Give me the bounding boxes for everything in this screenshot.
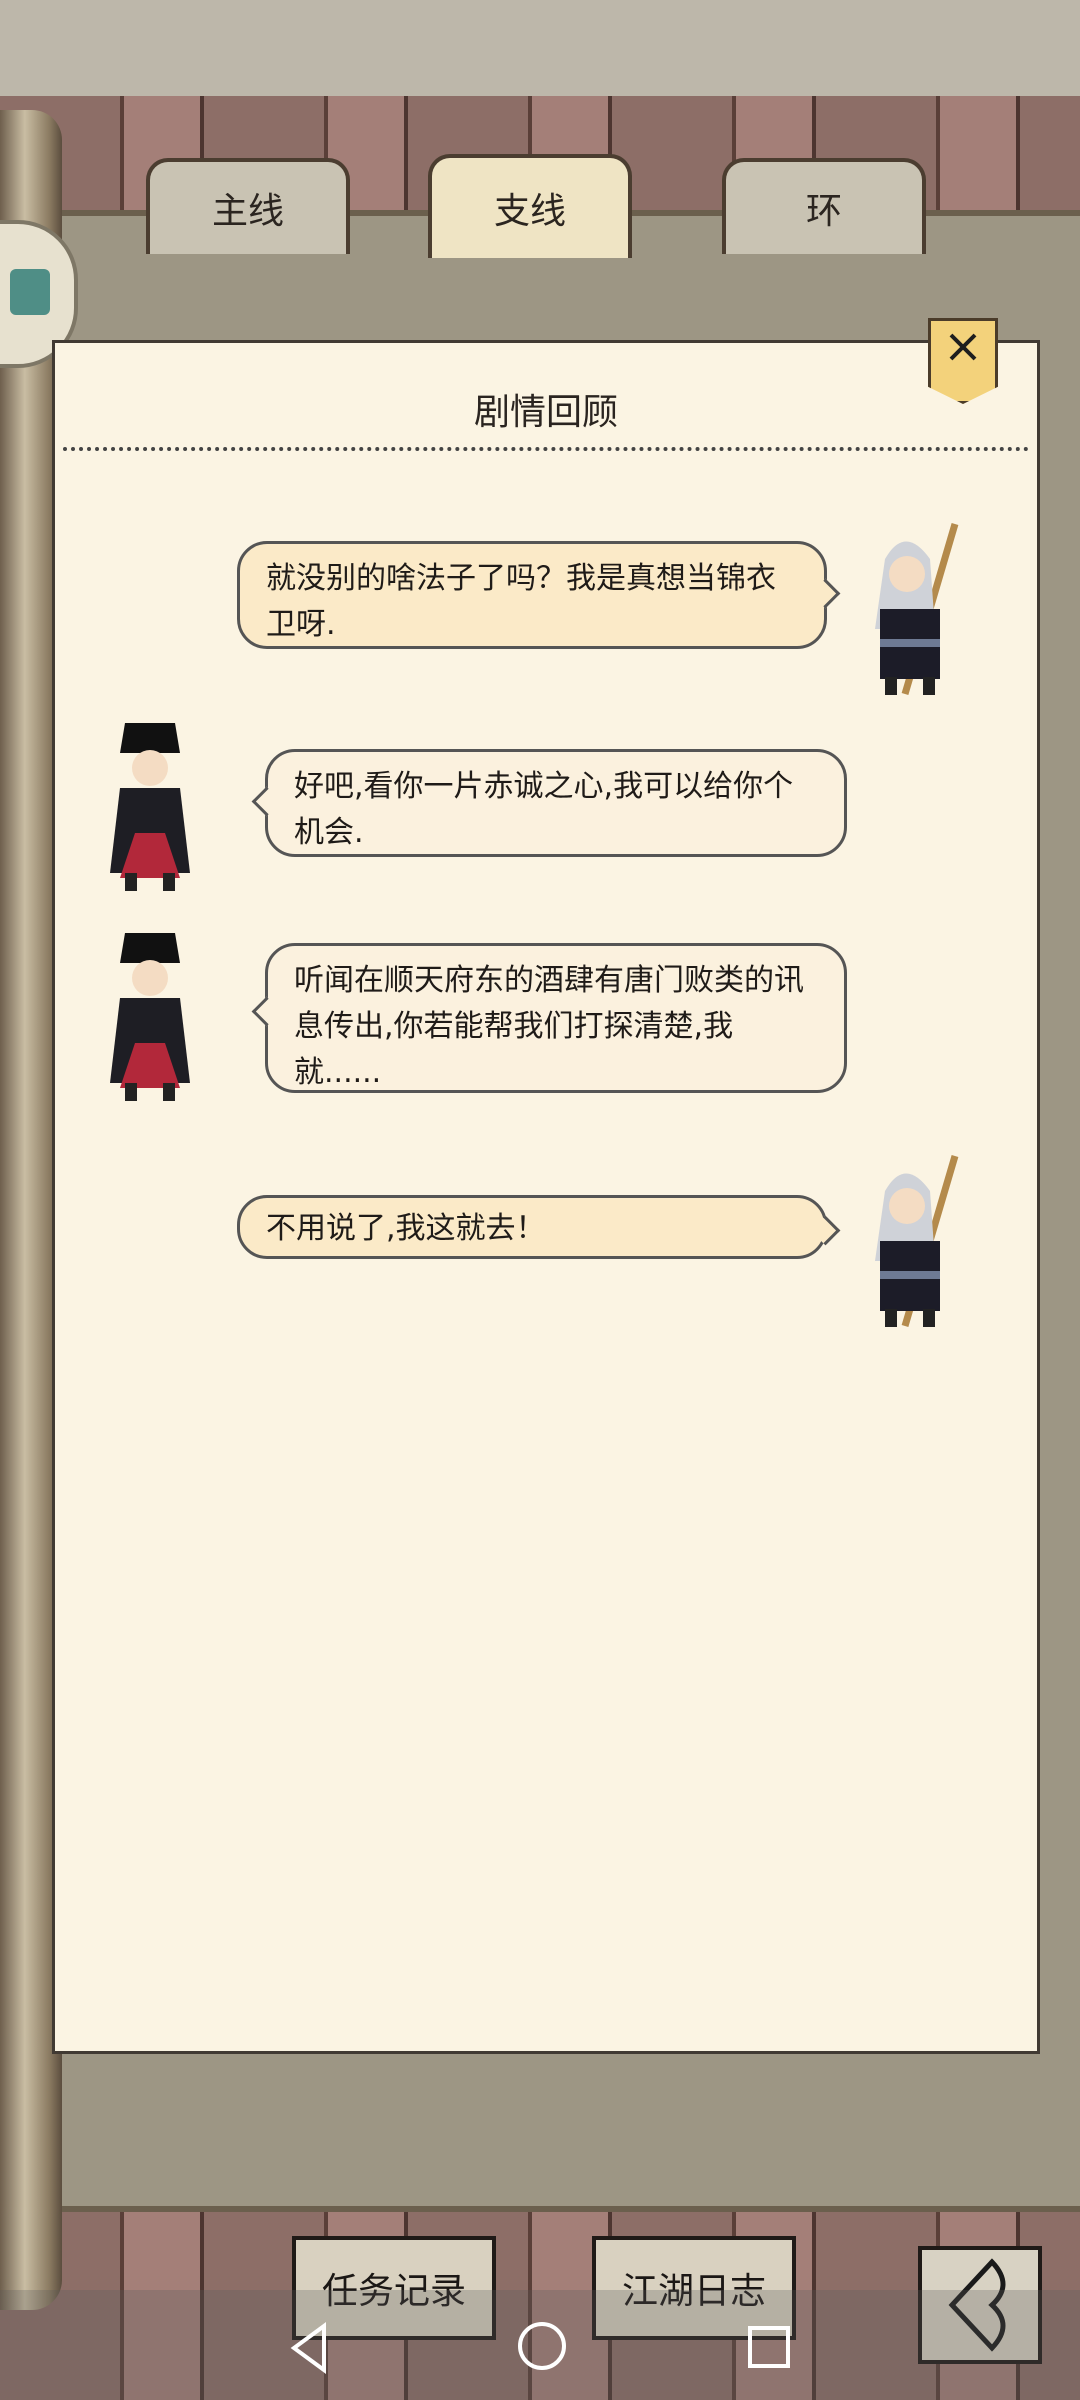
close-button[interactable] — [928, 318, 998, 404]
dialogue-text-4: 不用说了,我这就去！ — [266, 1211, 546, 1246]
tab-side-quest[interactable]: 支线 — [428, 154, 632, 258]
white-hair-avatar — [875, 523, 959, 695]
black-hat-avatar-2 — [110, 933, 190, 1101]
status-bar — [0, 0, 1080, 96]
dialogue-text-3: 听闻在顺天府东的酒肆有唐门败类的讯息传出,你若能帮我们打探清楚,我就...... — [294, 963, 804, 1090]
story-review-panel: 剧情回顾 就没别的啥法子了吗？我是真想当锦衣卫呀. 好吧,看你一片赤诚之心,我可… — [52, 340, 1040, 2054]
title-divider — [63, 447, 1029, 451]
dialogue-bubble-2: 好吧,看你一片赤诚之心,我可以给你个机会. — [265, 749, 847, 857]
black-hat-avatar — [110, 723, 190, 891]
panel-title: 剧情回顾 — [473, 392, 618, 433]
dialogue-text-2: 好吧,看你一片赤诚之心,我可以给你个机会. — [294, 769, 794, 850]
nav-recents-icon[interactable] — [744, 2322, 794, 2372]
dialogue-bubble-3: 听闻在顺天府东的酒肆有唐门败类的讯息传出,你若能帮我们打探清楚,我就...... — [265, 943, 847, 1093]
badge-icon — [10, 269, 50, 315]
tab-loop-quest[interactable]: 环 — [722, 158, 926, 254]
tab-main-quest-label: 主线 — [211, 191, 284, 232]
close-icon — [949, 333, 977, 361]
system-navigation-bar — [0, 2290, 1080, 2400]
tab-loop-quest-label: 环 — [805, 191, 842, 232]
dialogue-bubble-1: 就没别的啥法子了吗？我是真想当锦衣卫呀. — [237, 541, 827, 649]
nav-back-icon[interactable] — [284, 2320, 334, 2376]
tab-side-quest-label: 支线 — [493, 191, 566, 232]
dialogue-text-1: 就没别的啥法子了吗？我是真想当锦衣卫呀. — [266, 561, 776, 642]
tab-main-quest[interactable]: 主线 — [146, 158, 350, 254]
white-hair-avatar-2 — [875, 1155, 959, 1327]
dialogue-bubble-4: 不用说了,我这就去！ — [237, 1195, 827, 1259]
nav-home-icon[interactable] — [514, 2318, 570, 2374]
